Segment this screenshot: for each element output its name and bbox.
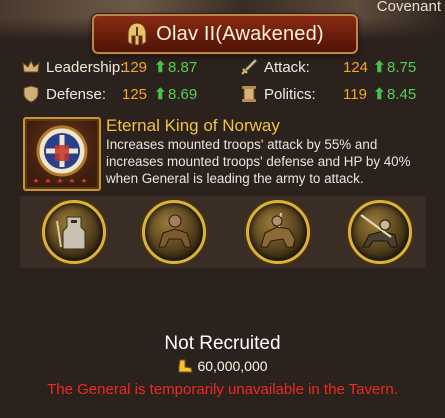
- tavern-warning: The General is temporarily unavailable i…: [47, 381, 398, 398]
- star-rating-icon: [33, 178, 87, 183]
- skill-icon-frame[interactable]: [23, 117, 101, 191]
- stat-leadership: Leadership: 129 ⬆ 8.87: [22, 56, 232, 78]
- horseman-icon: [158, 214, 192, 248]
- increase-arrow-icon: ⬆: [373, 86, 386, 103]
- increase-arrow-icon: ⬆: [154, 59, 167, 76]
- stat-label: Attack:: [264, 58, 310, 76]
- recruit-cost: 60,000,000: [0, 358, 445, 374]
- helmet-icon: [127, 22, 147, 46]
- stat-value: 125: [122, 85, 148, 103]
- gold-boot-icon: [178, 359, 194, 373]
- shield-icon: [23, 85, 39, 103]
- troop-slot-3[interactable]: [246, 200, 310, 264]
- stat-politics: Politics: 119 ⬆ 8.45: [240, 83, 440, 105]
- troop-type-band: [20, 196, 426, 268]
- sword-icon: [241, 58, 258, 75]
- skill-panel: Eternal King of Norway Increases mounted…: [20, 114, 426, 191]
- recruit-cost-value: 60,000,000: [197, 358, 268, 374]
- general-name: Olav II(Awakened): [156, 22, 324, 45]
- stat-defense: Defense: 125 ⬆ 8.69: [22, 83, 232, 105]
- stat-label: Leadership:: [46, 58, 125, 76]
- stat-label: Politics:: [264, 85, 316, 103]
- stat-increase: 8.45: [387, 85, 417, 103]
- scroll-icon: [242, 86, 256, 102]
- stat-increase: 8.75: [387, 58, 417, 76]
- cavalry-icon: [260, 212, 296, 248]
- covenant-label: Covenant: [376, 0, 441, 15]
- troop-slot-4[interactable]: [348, 200, 412, 264]
- coat-of-arms-icon: [33, 125, 88, 183]
- increase-arrow-icon: ⬆: [373, 59, 386, 76]
- stat-increase: 8.87: [168, 58, 198, 76]
- stat-value: 129: [122, 58, 148, 76]
- skill-description: Increases mounted troops' attack by 55% …: [106, 137, 411, 186]
- stat-attack: Attack: 124 ⬆ 8.75: [240, 56, 440, 78]
- stat-label: Defense:: [46, 85, 107, 103]
- troop-slot-1[interactable]: [42, 200, 106, 264]
- stat-value: 124: [343, 58, 369, 76]
- crown-icon: [22, 59, 40, 73]
- recruit-status: Not Recruited: [164, 333, 281, 354]
- lancer-icon: [360, 214, 398, 248]
- troop-slot-2[interactable]: [142, 200, 206, 264]
- stat-increase: 8.69: [168, 85, 198, 103]
- knight-icon: [56, 216, 86, 250]
- increase-arrow-icon: ⬆: [154, 86, 167, 103]
- general-name-plate: Olav II(Awakened): [92, 14, 358, 54]
- skill-title: Eternal King of Norway: [106, 116, 280, 135]
- stat-value: 119: [343, 85, 367, 103]
